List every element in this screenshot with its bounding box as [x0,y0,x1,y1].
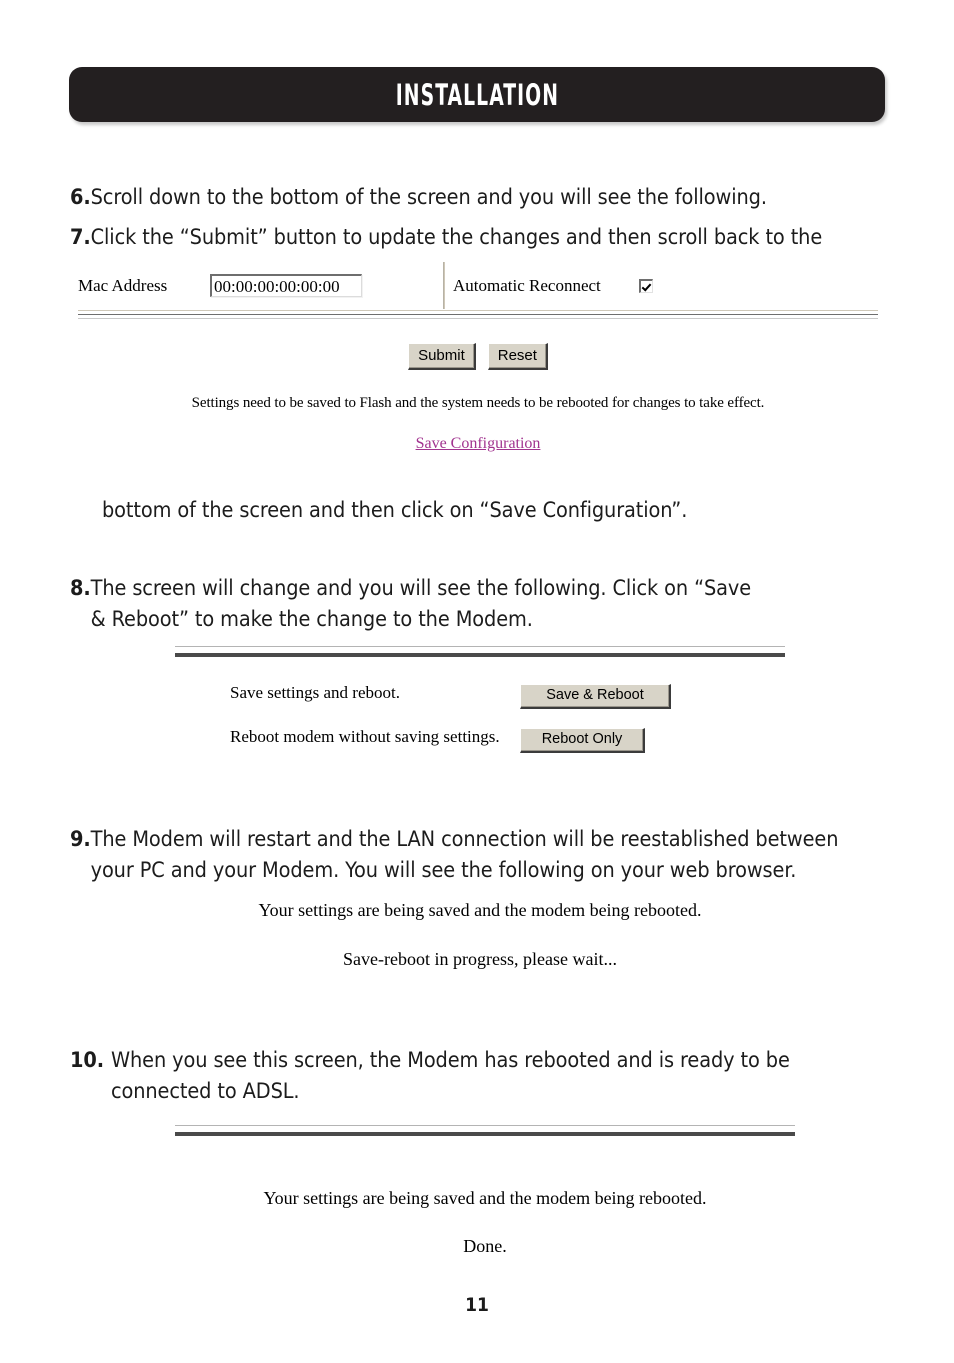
save-settings-row: Save settings and reboot. [230,683,400,703]
done-message-line-2: Done. [463,1236,507,1256]
form-bottom-rule [78,314,878,319]
done-divider-rule [175,1125,795,1136]
mac-address-cell: Mac Address 00:00:00:00:00:00 [78,262,443,309]
step-10-line-1: When you see this screen, the Modem has … [110,1048,790,1073]
page-number: 11 [465,1294,489,1316]
step-10-number: 10. [70,1048,104,1073]
step-8-line-2: & Reboot” to make the change to the Mode… [90,606,533,632]
step-9-line-2: your PC and your Modem. You will see the… [90,857,797,883]
saving-message-line-2: Save-reboot in progress, please wait... [343,949,617,969]
reset-button[interactable]: Reset [487,343,548,370]
save-configuration-link[interactable]: Save Configuration [416,435,541,452]
save-settings-label: Save settings and reboot. [230,683,400,702]
automatic-reconnect-label: Automatic Reconnect [453,275,601,295]
mac-address-label: Mac Address [78,275,168,295]
automatic-reconnect-cell: Automatic Reconnect [453,262,878,309]
step-7-number: 7. [70,225,91,250]
step-6-text: Scroll down to the bottom of the screen … [91,183,890,214]
mac-address-input[interactable]: 00:00:00:00:00:00 [210,274,362,297]
done-message-line-1: Your settings are being saved and the mo… [263,1188,707,1208]
step-10: 10. When you see this screen, the Modem … [70,1046,900,1107]
top-divider-rule [175,646,785,657]
automatic-reconnect-checkbox[interactable] [638,278,653,293]
submit-button[interactable]: Submit [408,343,476,370]
save-and-reboot-button[interactable]: Save & Reboot [520,684,671,709]
step-10-text: When you see this screen, the Modem has … [111,1046,900,1107]
step-9-number: 9. [70,827,91,852]
step-10-line-2: connected to ADSL. [110,1078,300,1104]
reboot-without-saving-label: Reboot modem without saving settings. [230,727,500,746]
step-8: 8. The screen will change and you will s… [70,574,860,635]
step-8-text: The screen will change and you will see … [91,574,860,635]
step-6-number: 6. [70,185,91,210]
step-8-line-1: The screen will change and you will see … [90,576,752,601]
form-button-row: Submit Reset [78,343,878,370]
page-header-banner: INSTALLATION [69,67,885,122]
step-9-line-1: The Modem will restart and the LAN conne… [90,827,839,852]
step-9: 9. The Modem will restart and the LAN co… [70,825,900,886]
step-6: 6. Scroll down to the bottom of the scre… [70,183,890,214]
column-divider [443,262,445,309]
mac-settings-table: Mac Address 00:00:00:00:00:00 Automatic … [78,262,878,311]
reboot-without-saving-row: Reboot modem without saving settings. [230,727,500,747]
step-9-text: The Modem will restart and the LAN conne… [91,825,900,886]
save-configuration-row: Save Configuration [78,435,878,453]
saving-message-line-1: Your settings are being saved and the mo… [258,900,702,920]
reboot-only-button[interactable]: Reboot Only [520,728,645,753]
step-6-line-1: Scroll down to the bottom of the screen … [90,185,767,210]
screenshot-mac-address-form: Mac Address 00:00:00:00:00:00 Automatic … [78,262,878,452]
screenshot-save-reboot-form: Save settings and reboot. Save & Reboot … [175,646,785,771]
flash-save-note: Settings need to be saved to Flash and t… [191,395,765,411]
step-7: 7. Click the “Submit” button to update t… [70,223,890,254]
page-title: INSTALLATION [395,77,559,112]
step-8-number: 8. [70,576,91,601]
screenshot-save-reboot-progress: Your settings are being saved and the mo… [180,900,780,985]
step-7-line-1: Click the “Submit” button to update the … [90,225,823,250]
step-7-text: Click the “Submit” button to update the … [91,223,890,254]
step-7-continuation: bottom of the screen and then click on “… [102,498,688,523]
screenshot-reboot-done: Your settings are being saved and the mo… [175,1125,795,1265]
